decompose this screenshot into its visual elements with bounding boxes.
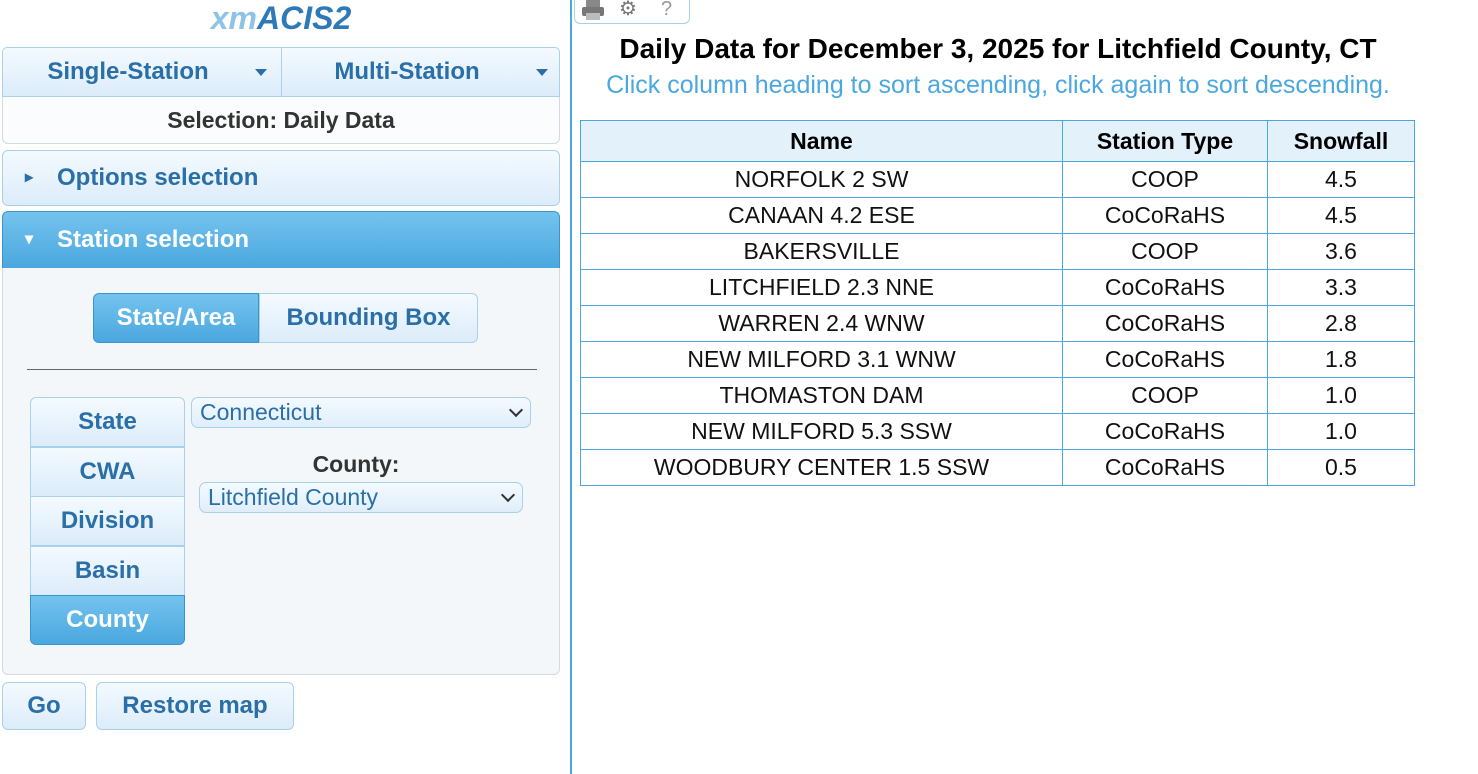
column-header-station-type[interactable]: Station Type — [1062, 120, 1268, 162]
logo-prefix: xm — [210, 0, 257, 36]
multi-station-button[interactable]: Multi-Station — [282, 48, 560, 96]
cell-station-type: CoCoRaHS — [1062, 197, 1268, 234]
table-row: BAKERSVILLE COOP 3.6 — [580, 233, 1415, 270]
cell-snowfall: 3.3 — [1267, 269, 1415, 306]
cell-name: WARREN 2.4 WNW — [580, 305, 1063, 342]
sort-hint: Click column heading to sort ascending, … — [606, 71, 1390, 99]
table-row: WOODBURY CENTER 1.5 SSW CoCoRaHS 0.5 — [580, 449, 1415, 486]
options-selection-label: Options selection — [57, 164, 259, 191]
state-select[interactable]: Connecticut — [191, 397, 531, 428]
single-station-label: Single-Station — [47, 58, 209, 85]
table-header-row: Name Station Type Snowfall — [580, 120, 1415, 162]
cell-name: THOMASTON DAM — [580, 377, 1063, 414]
cell-station-type: CoCoRaHS — [1062, 449, 1268, 486]
table-row: LITCHFIELD 2.3 NNE CoCoRaHS 3.3 — [580, 269, 1415, 306]
cell-name: BAKERSVILLE — [580, 233, 1063, 270]
state-select-value: Connecticut — [200, 399, 322, 425]
area-tab-basin[interactable]: Basin — [30, 546, 185, 596]
county-label: County: — [312, 451, 400, 477]
area-tab-state[interactable]: State — [30, 397, 185, 447]
station-selection-header[interactable]: ▾ Station selection — [2, 211, 560, 269]
table-row: WARREN 2.4 WNW CoCoRaHS 2.8 — [580, 305, 1415, 342]
cell-station-type: CoCoRaHS — [1062, 413, 1268, 450]
table-row: NORFOLK 2 SW COOP 4.5 — [580, 161, 1415, 198]
multi-station-label: Multi-Station — [334, 58, 480, 85]
left-panel: xmACIS2 Single-Station Multi-Station Sel… — [0, 0, 570, 774]
station-selection-panel: State/Area Bounding Box State CWA Divisi… — [2, 268, 560, 675]
table-row: NEW MILFORD 3.1 WNW CoCoRaHS 1.8 — [580, 341, 1415, 378]
report-title: Daily Data for December 3, 2025 for Litc… — [619, 33, 1377, 64]
app-logo: xmACIS2 — [0, 0, 562, 40]
panel-splitter[interactable] — [570, 0, 572, 774]
cell-name: NORFOLK 2 SW — [580, 161, 1063, 198]
print-icon[interactable] — [581, 0, 605, 20]
state-area-button[interactable]: State/Area — [93, 293, 259, 343]
cell-station-type: CoCoRaHS — [1062, 341, 1268, 378]
caret-right-icon: ▸ — [25, 169, 34, 186]
cell-name: CANAAN 4.2 ESE — [580, 197, 1063, 234]
cell-snowfall: 0.5 — [1267, 449, 1415, 486]
single-station-button[interactable]: Single-Station — [3, 48, 282, 96]
cell-snowfall: 2.8 — [1267, 305, 1415, 342]
table-row: CANAAN 4.2 ESE CoCoRaHS 4.5 — [580, 197, 1415, 234]
help-icon[interactable]: ? — [661, 0, 672, 19]
cell-snowfall: 1.0 — [1267, 377, 1415, 414]
cell-station-type: CoCoRaHS — [1062, 305, 1268, 342]
cell-name: NEW MILFORD 5.3 SSW — [580, 413, 1063, 450]
chevron-down-icon — [255, 69, 267, 76]
table-row: NEW MILFORD 5.3 SSW CoCoRaHS 1.0 — [580, 413, 1415, 450]
cell-snowfall: 1.8 — [1267, 341, 1415, 378]
gear-icon[interactable]: ⚙ — [619, 0, 637, 19]
logo-main: ACIS2 — [257, 0, 352, 36]
county-select[interactable]: Litchfield County — [199, 482, 523, 513]
cell-snowfall: 1.0 — [1267, 413, 1415, 450]
cell-station-type: COOP — [1062, 377, 1268, 414]
county-select-value: Litchfield County — [208, 484, 379, 510]
options-selection-header[interactable]: ▸ Options selection — [2, 150, 560, 206]
cell-snowfall: 3.6 — [1267, 233, 1415, 270]
station-selection-label: Station selection — [57, 226, 250, 253]
cell-name: LITCHFIELD 2.3 NNE — [580, 269, 1063, 306]
column-header-name[interactable]: Name — [580, 120, 1063, 162]
report-toolbar: ⚙ ? — [574, 0, 690, 24]
product-menu-bar: Single-Station Multi-Station — [2, 47, 560, 97]
caret-down-icon: ▾ — [25, 231, 34, 248]
restore-map-button[interactable]: Restore map — [96, 682, 294, 730]
cell-snowfall: 4.5 — [1267, 197, 1415, 234]
cell-snowfall: 4.5 — [1267, 161, 1415, 198]
divider — [27, 369, 537, 370]
chevron-down-icon — [500, 487, 516, 503]
chevron-down-icon — [536, 69, 548, 76]
cell-station-type: COOP — [1062, 233, 1268, 270]
cell-station-type: CoCoRaHS — [1062, 269, 1268, 306]
bounding-box-button[interactable]: Bounding Box — [259, 293, 478, 343]
selection-status: Selection: Daily Data — [2, 97, 560, 144]
cell-station-type: COOP — [1062, 161, 1268, 198]
area-tab-division[interactable]: Division — [30, 496, 185, 546]
area-tab-county[interactable]: County — [30, 595, 185, 645]
table-row: THOMASTON DAM COOP 1.0 — [580, 377, 1415, 414]
cell-name: WOODBURY CENTER 1.5 SSW — [580, 449, 1063, 486]
chevron-down-icon — [508, 402, 524, 418]
cell-name: NEW MILFORD 3.1 WNW — [580, 341, 1063, 378]
column-header-snowfall[interactable]: Snowfall — [1267, 120, 1415, 162]
area-tab-cwa[interactable]: CWA — [30, 447, 185, 497]
daily-data-table: Name Station Type Snowfall NORFOLK 2 SW C… — [580, 120, 1415, 486]
go-button[interactable]: Go — [2, 682, 86, 730]
